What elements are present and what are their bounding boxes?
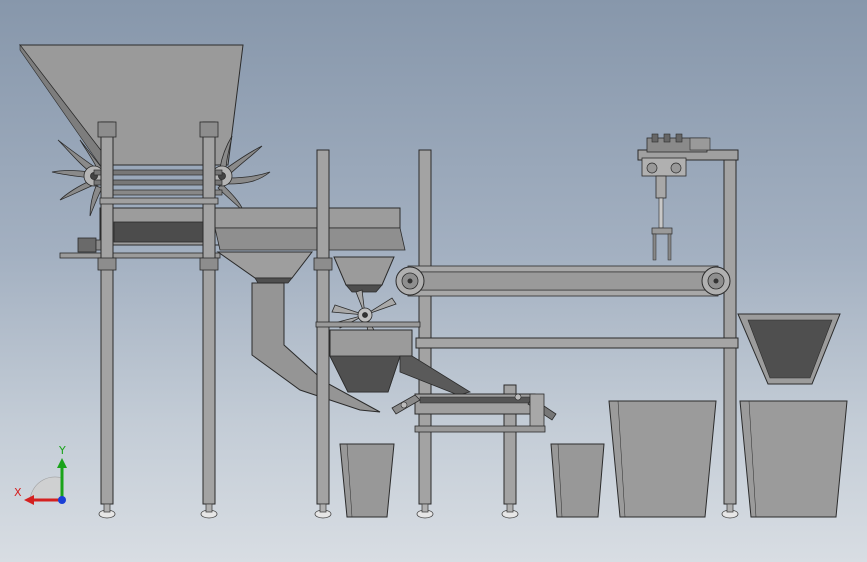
collection-bins bbox=[339, 400, 848, 518]
linear-actuator bbox=[651, 175, 673, 261]
cad-viewport[interactable]: Y X bbox=[0, 0, 867, 562]
x-axis-label: X bbox=[14, 486, 22, 499]
right-hopper bbox=[737, 313, 841, 385]
machine-drawing: Y X bbox=[14, 44, 848, 519]
coordinate-triad-icon: Y X bbox=[14, 444, 67, 505]
bin-4 bbox=[739, 400, 848, 518]
cross-conveyor bbox=[391, 393, 557, 433]
bin-2 bbox=[550, 443, 605, 518]
gantry-frame bbox=[637, 133, 739, 177]
belt-conveyor bbox=[395, 265, 731, 297]
bin-3 bbox=[608, 400, 717, 518]
bin-1 bbox=[339, 443, 395, 518]
y-axis-label: Y bbox=[58, 444, 66, 457]
small-hopper bbox=[333, 256, 395, 293]
separator-tray bbox=[99, 207, 406, 251]
